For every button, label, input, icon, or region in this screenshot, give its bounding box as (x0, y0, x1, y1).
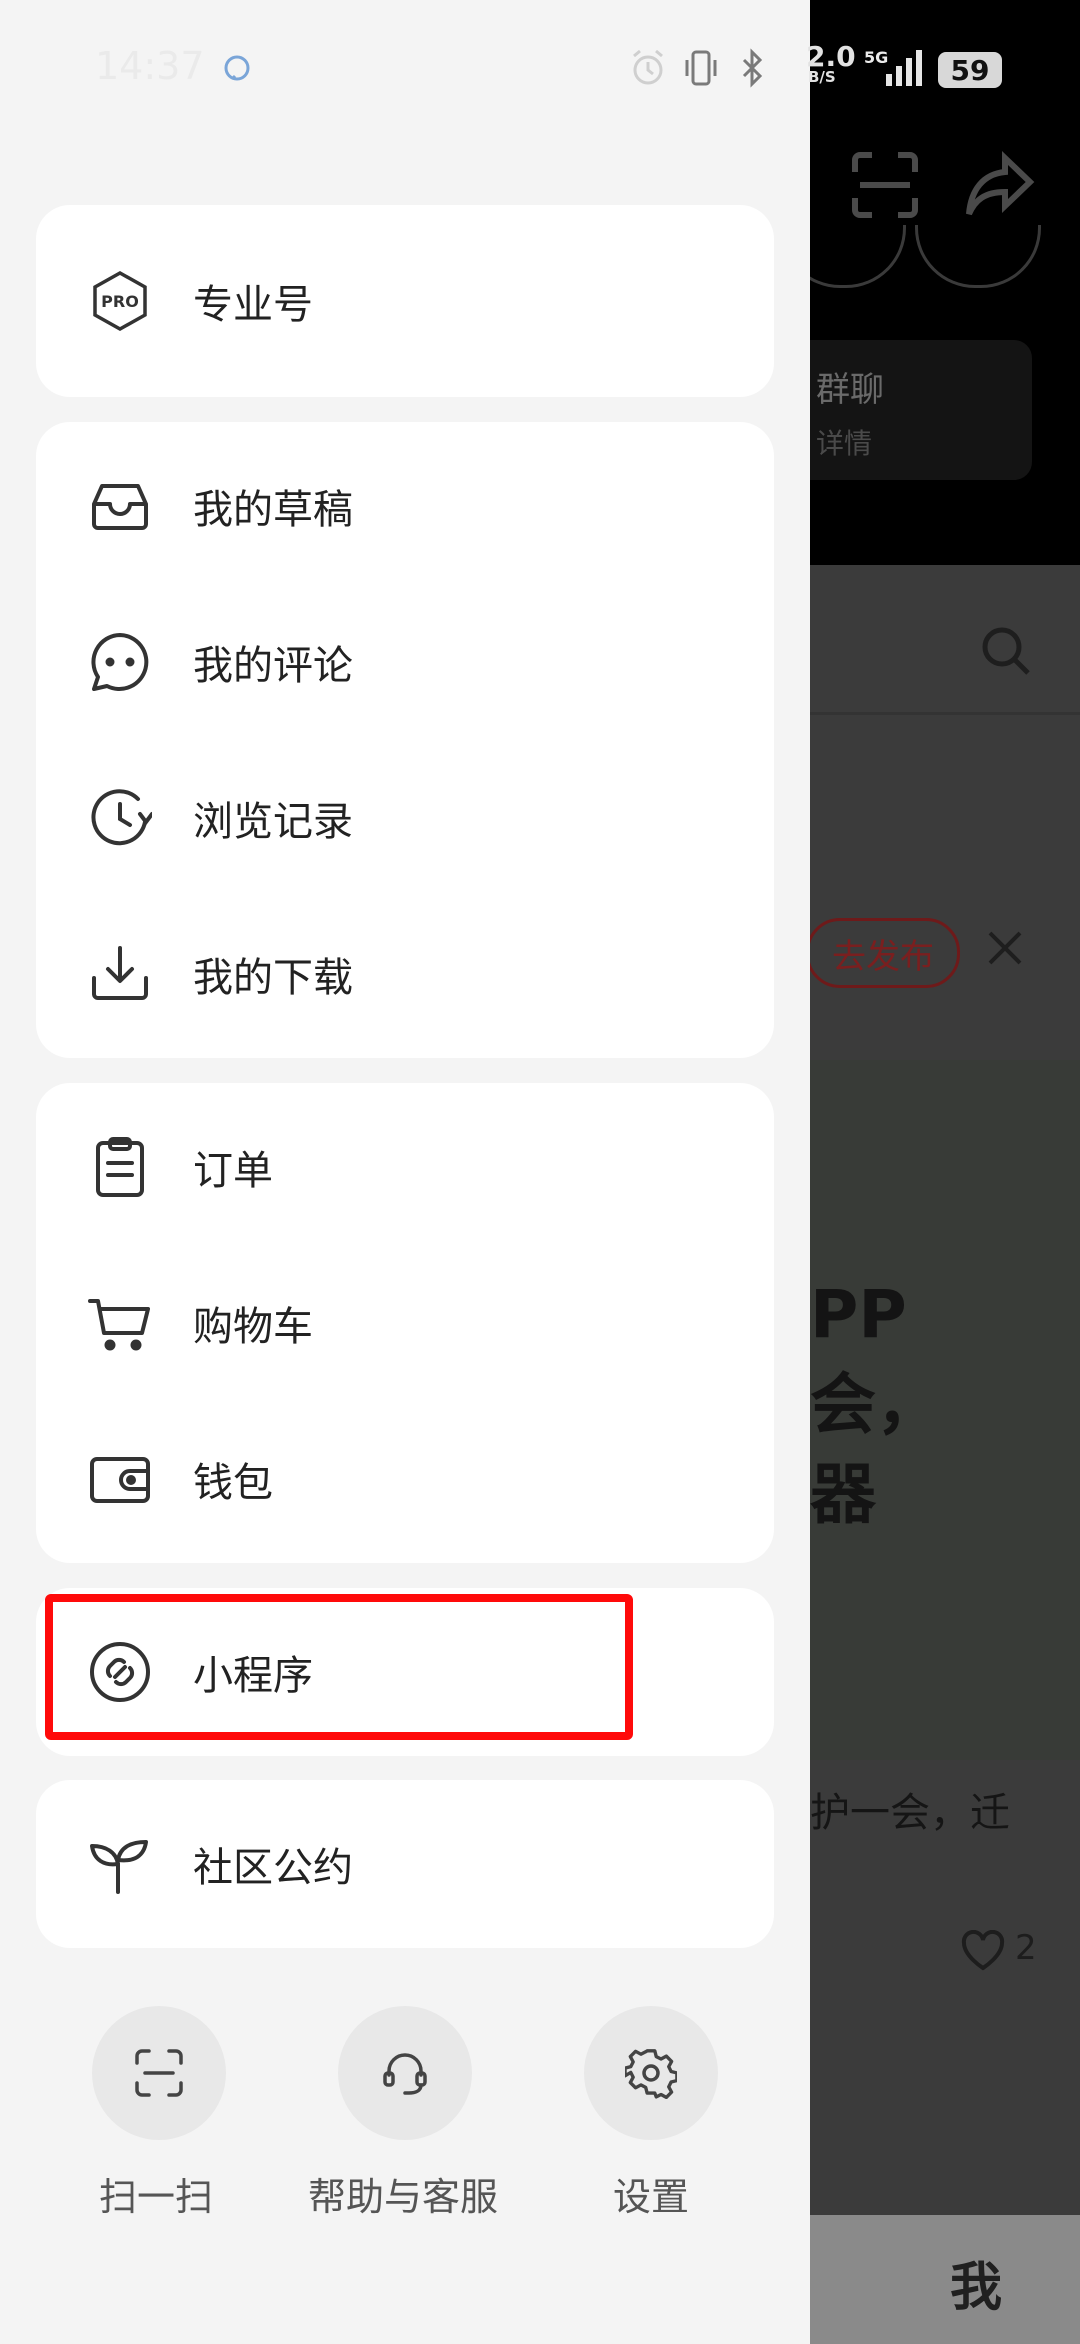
publish-button-bg: 去发布 (810, 918, 960, 988)
menu-item-community-rules[interactable]: 社区公约 (36, 1786, 774, 1942)
like-count: 2 (1015, 1928, 1037, 1968)
menu-item-label: 钱包 (193, 1460, 273, 1506)
vibrate-icon (685, 50, 717, 86)
settings-label[interactable]: 设置 (613, 2166, 689, 2221)
menu-item-label: 专业号 (193, 282, 313, 328)
scan-button[interactable] (92, 2006, 226, 2140)
history-clock-icon (88, 786, 152, 850)
scan-icon (133, 2047, 185, 2099)
menu-item-downloads[interactable]: 我的下载 (36, 896, 774, 1052)
card-content: 我的草稿 我的评论 浏览记录 我的下载 (36, 422, 774, 1058)
pro-badge-icon: PRO (88, 269, 152, 333)
menu-item-drafts[interactable]: 我的草稿 (36, 428, 774, 584)
inbox-tray-icon (88, 474, 152, 538)
menu-item-comments[interactable]: 我的评论 (36, 584, 774, 740)
menu-item-history[interactable]: 浏览记录 (36, 740, 774, 896)
share-icon-bg (965, 150, 1035, 220)
group-chat-title: 群聊 (816, 370, 884, 410)
menu-item-label: 购物车 (193, 1304, 313, 1350)
post-snippet: 护一会，迁 (810, 1790, 1010, 1836)
menu-item-label: 我的草稿 (193, 487, 353, 533)
status-time: 14:37 (95, 44, 205, 88)
settings-button[interactable] (584, 2006, 718, 2140)
highlight-box (45, 1594, 633, 1740)
card-pro: PRO 专业号 (36, 205, 774, 397)
headline-line-2: 会， (810, 1366, 942, 1443)
menu-item-label: 社区公约 (193, 1845, 353, 1891)
menu-item-pro-account[interactable]: PRO 专业号 (36, 223, 774, 379)
gear-icon (625, 2047, 677, 2099)
search-icon-bg (980, 625, 1032, 677)
sprout-icon (88, 1832, 152, 1896)
download-icon (88, 942, 152, 1006)
menu-item-label: 浏览记录 (193, 799, 353, 845)
alarm-icon (633, 49, 663, 85)
side-drawer: 14:37 PRO 专业号 我的草稿 我的评论 浏览记录 我的下载 订单 购物车… (0, 0, 810, 2344)
svg-text:PRO: PRO (101, 292, 139, 311)
background-tab-bar (810, 2215, 1080, 2344)
headline-line-1: PP (810, 1276, 907, 1353)
menu-item-label: 我的下载 (193, 955, 353, 1001)
battery-indicator: 59 (938, 52, 1002, 88)
network-speed-unit: B/S (808, 68, 836, 86)
help-service-label[interactable]: 帮助与客服 (308, 2166, 498, 2221)
close-icon-bg (985, 928, 1025, 968)
menu-item-cart[interactable]: 购物车 (36, 1245, 774, 1401)
headset-icon (379, 2047, 431, 2099)
bg-divider (810, 712, 1080, 715)
notification-chat-icon (222, 54, 252, 84)
chat-bubble-icon (88, 630, 152, 694)
card-commerce: 订单 购物车 钱包 (36, 1083, 774, 1563)
menu-item-label: 订单 (193, 1148, 273, 1194)
cell-signal-icon (886, 50, 922, 86)
headline-line-3: 器 (810, 1456, 876, 1533)
wallet-icon (88, 1447, 152, 1511)
clipboard-icon (88, 1135, 152, 1199)
help-service-button[interactable] (338, 2006, 472, 2140)
bluetooth-icon (742, 48, 763, 88)
scan-icon-bg (850, 150, 920, 220)
group-chat-sub: 详情 (816, 427, 873, 460)
shopping-cart-icon (88, 1291, 152, 1355)
me-tab-bg: 我 (950, 2258, 1003, 2318)
scan-label[interactable]: 扫一扫 (99, 2166, 213, 2221)
menu-item-orders[interactable]: 订单 (36, 1089, 774, 1245)
card-community: 社区公约 (36, 1780, 774, 1948)
heart-icon-bg (960, 1930, 1006, 1972)
background-page: 群聊 详情 去发布 PP 会， 器 护一会，迁 2 我 (810, 0, 1080, 2344)
menu-item-label: 我的评论 (193, 643, 353, 689)
menu-item-wallet[interactable]: 钱包 (36, 1401, 774, 1557)
group-chat-card: 群聊 详情 (810, 340, 1032, 480)
